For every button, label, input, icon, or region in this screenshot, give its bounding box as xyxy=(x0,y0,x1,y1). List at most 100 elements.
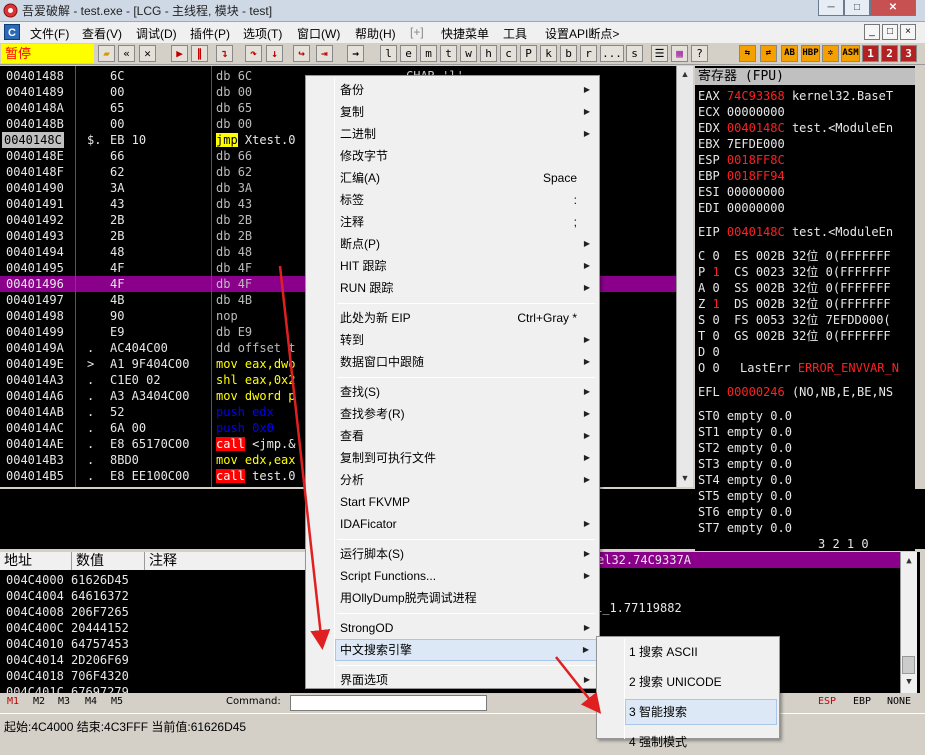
scroll-up-icon[interactable]: ▲ xyxy=(903,555,915,567)
tb-letter-w[interactable]: w xyxy=(460,45,477,62)
menu-item[interactable]: 数据窗口中跟随 ▶ xyxy=(335,351,597,373)
fpu-register-row[interactable]: ST5 empty 0.0 xyxy=(698,488,792,504)
close-button[interactable]: ✕ xyxy=(870,0,916,16)
fpu-register-row[interactable]: ST6 empty 0.0 xyxy=(698,504,792,520)
menu-item[interactable]: 此处为新 EIP Ctrl+Gray * xyxy=(335,307,597,329)
submenu-item[interactable]: 3 智能搜索 xyxy=(625,699,777,725)
tb-letter-k[interactable]: k xyxy=(540,45,557,62)
menu-item[interactable]: Script Functions... ▶ xyxy=(335,565,597,587)
menu-tools[interactable]: 工具 xyxy=(503,25,527,42)
menu-debug[interactable]: 调试(D) xyxy=(136,25,177,42)
tb-letter-t[interactable]: t xyxy=(440,45,457,62)
minimize-button[interactable]: ─ xyxy=(818,0,844,16)
menu-item[interactable]: 修改字节 xyxy=(335,145,597,167)
menu-item[interactable]: 用OllyDump脱壳调试进程 xyxy=(335,587,597,609)
menu-item[interactable]: 汇编(A) Space xyxy=(335,167,597,189)
pause-icon[interactable]: ∥ xyxy=(191,45,208,62)
flag-row[interactable]: C 0 ES 002B 32位 0(FFFFFFF xyxy=(698,248,891,264)
register-value[interactable]: 0040148C xyxy=(727,121,785,135)
submenu-item[interactable]: 4 强制模式 xyxy=(625,729,777,755)
tb-letter-l[interactable]: l xyxy=(380,45,397,62)
flag-row[interactable]: T 0 GS 002B 32位 0(FFFFFFF xyxy=(698,328,891,344)
register-value[interactable]: 00000000 xyxy=(727,105,785,119)
tab-m1[interactable]: M1 xyxy=(7,696,19,707)
register-value[interactable]: 7EFDE000 xyxy=(727,137,785,151)
run-icon[interactable]: ▶ xyxy=(171,45,188,62)
register-value[interactable]: 00000000 xyxy=(727,185,785,199)
stack-scrollbar[interactable]: ▲ ▼ xyxy=(900,552,917,693)
step-over-icon[interactable]: ↷ xyxy=(245,45,262,62)
button-1[interactable]: 1 xyxy=(862,45,879,62)
grid-icon[interactable]: ▦ xyxy=(671,45,688,62)
scroll-down-icon[interactable]: ▼ xyxy=(903,676,915,688)
scroll-up-icon[interactable]: ▲ xyxy=(679,68,691,80)
plugin-b-icon[interactable]: ⇄ xyxy=(760,45,777,62)
mdi-minimize-button[interactable]: _ xyxy=(864,24,880,40)
trace-over-icon[interactable]: ↪ xyxy=(293,45,310,62)
menu-window[interactable]: 窗口(W) xyxy=(297,25,340,42)
close-icon[interactable]: ✕ xyxy=(139,45,156,62)
execute-till-return-icon[interactable]: ⇥ xyxy=(316,45,333,62)
dump-header-value[interactable]: 数值 xyxy=(72,552,145,570)
maximize-button[interactable]: □ xyxy=(844,0,870,16)
open-icon[interactable]: ▰ xyxy=(98,45,115,62)
dump-row[interactable]: 004C4000 61626D45 xyxy=(6,572,129,588)
help-icon[interactable]: ? xyxy=(691,45,708,62)
dump-row[interactable]: 004C4008 206F7265 xyxy=(6,604,129,620)
register-value[interactable]: 0040148C xyxy=(727,225,785,239)
dump-header-address[interactable]: 地址 xyxy=(0,552,72,570)
register-row[interactable]: ECX 00000000 xyxy=(698,104,792,120)
register-row[interactable]: EAX 74C93368 kernel32.BaseT xyxy=(698,88,893,104)
flag-value[interactable]: 0 xyxy=(712,361,719,375)
register-row[interactable]: ESP 0018FF8C xyxy=(698,152,792,168)
flag-value[interactable]: 0 xyxy=(712,329,719,343)
scroll-thumb[interactable] xyxy=(902,656,915,674)
menu-item[interactable]: 查找(S) ▶ xyxy=(335,381,597,403)
tb-letter-m[interactable]: m xyxy=(420,45,437,62)
efl-row[interactable]: EFL 00000246 (NO,NB,E,BE,NS xyxy=(698,384,893,400)
dump-row[interactable]: 004C400C 20444152 xyxy=(6,620,129,636)
reg-esp[interactable]: ESP xyxy=(818,696,836,707)
tb-letter-e[interactable]: e xyxy=(400,45,417,62)
menu-item[interactable]: 二进制 ▶ xyxy=(335,123,597,145)
menu-item[interactable]: 转到 ▶ xyxy=(335,329,597,351)
dump-row[interactable]: 004C4018 706F4320 xyxy=(6,668,129,684)
registers-pane[interactable]: 寄存器 (FPU) EAX 74C93368 kernel32.BaseT ECX… xyxy=(695,66,915,551)
flag-value[interactable]: 1 xyxy=(712,265,719,279)
menu-item[interactable]: IDAFicator ▶ xyxy=(335,513,597,535)
goto-icon[interactable]: → xyxy=(347,45,364,62)
tab-m4[interactable]: M4 xyxy=(85,696,97,707)
flag-row[interactable]: A 0 SS 002B 32位 0(FFFFFFF xyxy=(698,280,891,296)
register-row[interactable]: ESI 00000000 xyxy=(698,184,792,200)
menu-item[interactable]: 断点(P) ▶ xyxy=(335,233,597,255)
command-input[interactable]: ▼ xyxy=(290,695,776,711)
dump-row[interactable]: 004C4014 2D206F69 xyxy=(6,652,129,668)
fpu-register-row[interactable]: ST4 empty 0.0 xyxy=(698,472,792,488)
flag-row[interactable]: Z 1 DS 002B 32位 0(FFFFFFF xyxy=(698,296,891,312)
step-into-icon[interactable]: ↴ xyxy=(216,45,233,62)
submenu-item[interactable]: 2 搜索 UNICODE xyxy=(625,669,777,695)
mdi-close-button[interactable]: × xyxy=(900,24,916,40)
tb-letter-r[interactable]: r xyxy=(580,45,597,62)
menu-api-breakpoints[interactable]: 设置API断点> xyxy=(545,25,619,42)
asm-button[interactable]: ASM xyxy=(841,45,860,62)
menu-item[interactable]: 查找参考(R) ▶ xyxy=(335,403,597,425)
hbp-button[interactable]: HBP xyxy=(801,45,820,62)
register-row[interactable]: EBX 7EFDE000 xyxy=(698,136,792,152)
tab-m2[interactable]: M2 xyxy=(33,696,45,707)
flag-row[interactable]: O 0 xyxy=(698,360,734,376)
register-row[interactable]: EDI 00000000 xyxy=(698,200,792,216)
dump-row[interactable]: 004C4004 64616372 xyxy=(6,588,129,604)
flag-row[interactable]: P 1 CS 0023 32位 0(FFFFFFF xyxy=(698,264,891,280)
menu-item[interactable]: 界面选项 ▶ xyxy=(335,669,597,691)
flag-row[interactable]: S 0 FS 0053 32位 7EFDD000( xyxy=(698,312,891,328)
menu-item[interactable]: 中文搜索引擎 ▶ xyxy=(335,639,597,661)
button-3[interactable]: 3 xyxy=(900,45,917,62)
fpu-register-row[interactable]: ST3 empty 0.0 xyxy=(698,456,792,472)
tb-letter-dots[interactable]: ... xyxy=(600,45,624,62)
tb-letter-p[interactable]: P xyxy=(520,45,537,62)
fpu-register-row[interactable]: ST7 empty 0.0 xyxy=(698,520,792,536)
register-value[interactable]: 00000000 xyxy=(727,201,785,215)
menu-item[interactable]: 复制到可执行文件 ▶ xyxy=(335,447,597,469)
register-value[interactable]: 0018FF94 xyxy=(727,169,785,183)
